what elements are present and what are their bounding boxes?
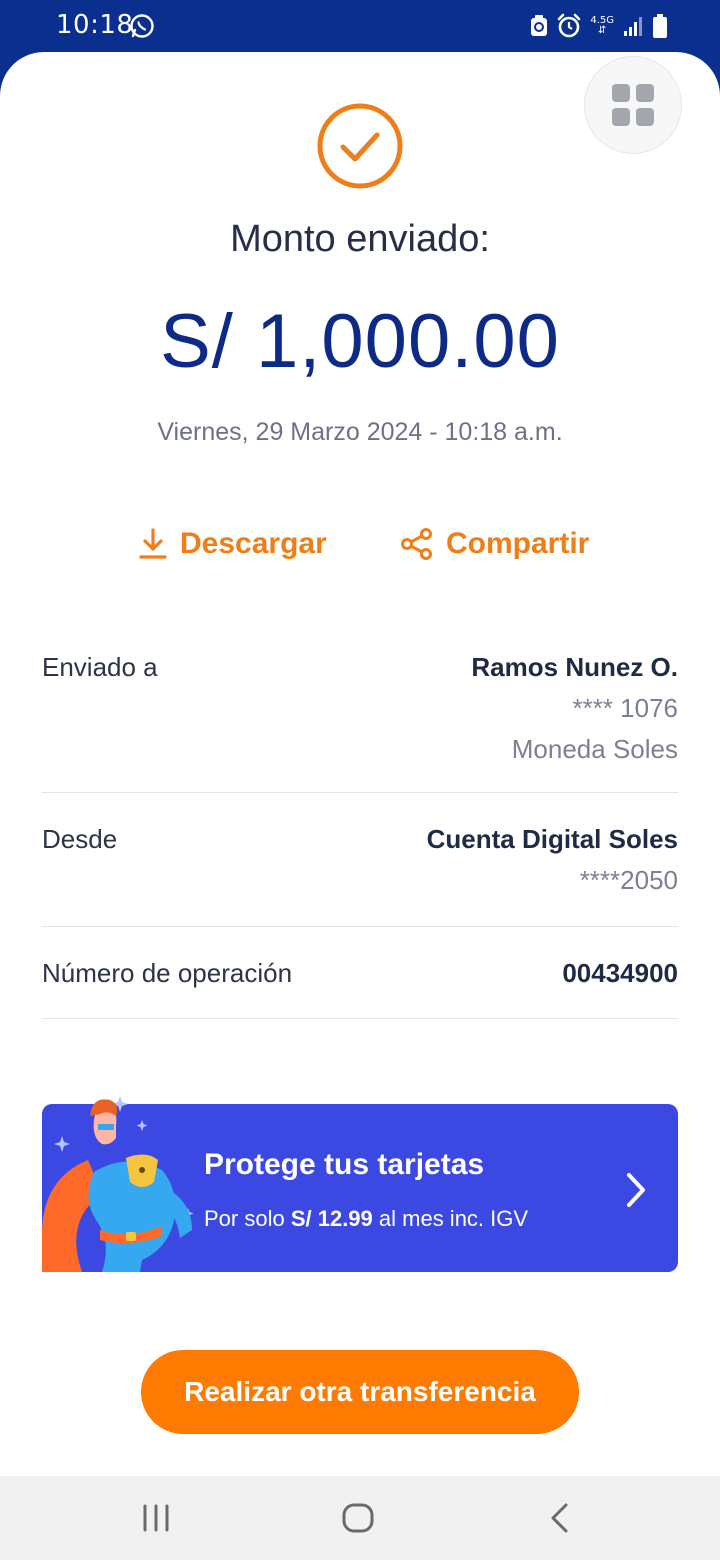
promo-subtitle: Por solo S/ 12.99 al mes inc. IGV [204, 1206, 529, 1231]
source-account: ****2050 [579, 865, 678, 895]
detail-row-source: Desde Cuenta Digital Soles ****2050 [42, 794, 678, 927]
network-type: 4.5G ⇵ [590, 15, 614, 36]
sync-icon [531, 15, 548, 36]
success-check-icon [317, 103, 403, 189]
promo-price: S/ 12.99 [290, 1206, 373, 1231]
receipt-sheet: Monto enviado: S/ 1,000.00 Viernes, 29 M… [0, 52, 720, 1476]
download-icon [139, 528, 167, 559]
recipient-name: Ramos Nunez O. [471, 652, 678, 682]
superhero-illustration [42, 1096, 194, 1272]
signal-icon [624, 17, 642, 36]
source-label: Desde [42, 824, 118, 854]
detail-row-recipient: Enviado a Ramos Nunez O. **** 1076 Moned… [42, 632, 678, 793]
share-icon [401, 528, 432, 560]
menu-grid-button[interactable] [584, 56, 682, 154]
operation-info: 00434900 [562, 958, 678, 989]
transaction-date: Viernes, 29 Marzo 2024 - 10:18 a.m. [157, 418, 563, 446]
detail-row-operation: Número de operación 00434900 [42, 928, 678, 1019]
share-button[interactable]: Compartir [400, 522, 589, 566]
status-bar: 10:18 4.5G ⇵ [0, 0, 720, 52]
status-icons: 4.5G ⇵ [530, 12, 668, 40]
amount-sent: S/ 1,000.00 [160, 299, 560, 384]
recipient-info: Ramos Nunez O. **** 1076 Moneda Soles [471, 652, 678, 765]
download-button[interactable]: Descargar [138, 522, 327, 566]
status-time: 10:18 [56, 10, 134, 40]
home-icon[interactable] [338, 1500, 378, 1536]
back-icon[interactable] [540, 1500, 580, 1536]
download-label: Descargar [180, 527, 327, 560]
system-nav-bar [0, 1476, 720, 1560]
source-account-name: Cuenta Digital Soles [426, 824, 678, 854]
battery-icon [653, 14, 667, 38]
new-transfer-button[interactable]: Realizar otra transferencia [141, 1350, 579, 1434]
recipient-account: **** 1076 [572, 693, 678, 723]
operation-number: 00434900 [562, 958, 678, 988]
promo-banner[interactable]: Protege tus tarjetas Por solo S/ 12.99 a… [42, 1096, 678, 1272]
page-title: Monto enviado: [230, 218, 490, 260]
recipient-currency: Moneda Soles [511, 734, 678, 764]
recent-apps-icon[interactable] [136, 1500, 176, 1536]
promo-title: Protege tus tarjetas [204, 1148, 485, 1181]
whatsapp-icon [130, 14, 154, 38]
share-label: Compartir [446, 527, 590, 560]
chevron-right-icon [627, 1173, 645, 1207]
grid-icon [612, 84, 654, 126]
operation-label: Número de operación [42, 958, 293, 988]
alarm-icon [558, 13, 581, 38]
source-info: Cuenta Digital Soles ****2050 [427, 824, 678, 896]
recipient-label: Enviado a [42, 652, 158, 682]
